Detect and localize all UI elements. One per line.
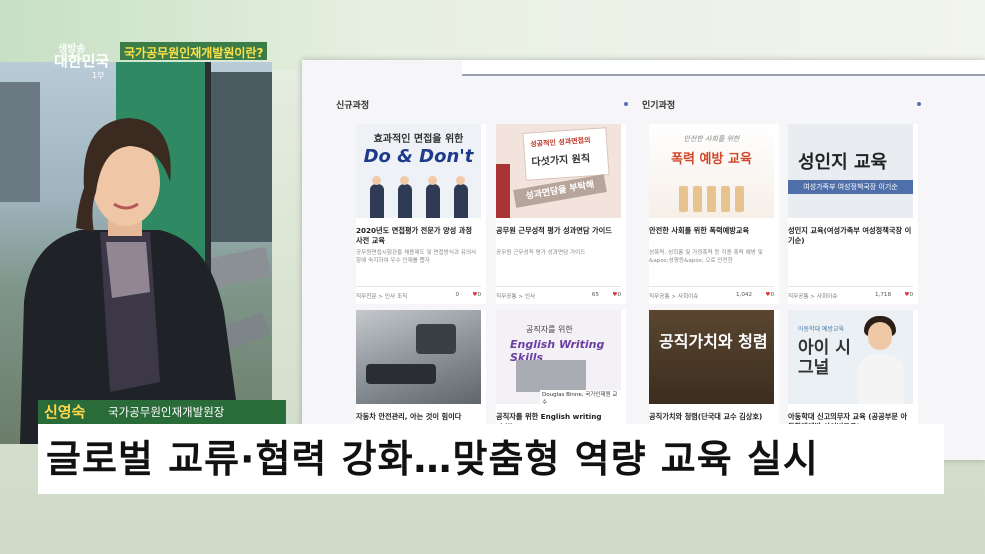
person-figure	[370, 184, 384, 218]
like-count[interactable]: ♥0	[472, 292, 481, 298]
course-category: 직무공통 > 사회이슈	[788, 294, 838, 300]
person-head	[456, 176, 465, 185]
like-count[interactable]: ♥0	[765, 292, 774, 298]
course-meta: 직무공통 > 사회이슈 1,718 ♥0	[788, 292, 913, 302]
like-value: 0	[770, 292, 774, 298]
thumb-title: 아이 시그널	[798, 338, 851, 378]
section-title-new: 신규과정	[336, 101, 370, 111]
domino-shape	[707, 186, 716, 212]
section-more-dot[interactable]	[624, 102, 628, 106]
thumb-title: 다섯가지 원칙	[531, 153, 591, 169]
thumb-title: 성인지 교육	[798, 152, 888, 173]
headline-text: 글로벌 교류·협력 강화…맞춤형 역량 교육 실시	[46, 437, 819, 481]
course-card[interactable]: 안전한 사회를 위한 폭력 예방 교육 안전한 사회를 위한 폭력예방교육 성폭…	[649, 124, 779, 304]
topic-label: 국가공무원인재개발원이란?	[120, 42, 268, 60]
logo-part: 1부	[92, 71, 105, 80]
headline-bar: 글로벌 교류·협력 강화…맞춤형 역량 교육 실시	[38, 424, 944, 494]
domino-shape	[693, 186, 702, 212]
course-meta: 직무공통 > 사회이슈 1,042 ♥0	[649, 292, 774, 302]
view-count: 0	[455, 292, 459, 298]
person-head	[428, 176, 437, 185]
course-thumbnail: 성공적인 성과면접의 다섯가지 원칙 성과면담을 부탁해	[496, 124, 621, 218]
view-count: 1,042	[735, 292, 752, 298]
person-figure	[426, 184, 440, 218]
view-count: 1,718	[874, 292, 891, 298]
thumb-title: 폭력 예방 교육	[671, 152, 752, 167]
guest-name: 신영숙	[44, 403, 86, 421]
person-head	[372, 176, 381, 185]
like-count[interactable]: ♥0	[904, 292, 913, 298]
course-title[interactable]: 2020년도 면접평가 전문가 양성 과정 사전 교육	[356, 226, 481, 246]
thumb-title: Do & Don't	[363, 146, 474, 167]
like-count[interactable]: ♥0	[612, 292, 621, 298]
course-meta: 직무전문 > 인사 조직 0 ♥0	[356, 292, 481, 302]
course-category: 직무전문 > 인사 조직	[356, 294, 408, 300]
course-description: 성폭력, 성희롱 및 가정폭력 등 각종 폭력 예방 및 &apos;성평등&a…	[649, 250, 763, 264]
broadcast-logo: 생방송 대한민국 1부	[52, 38, 116, 84]
view-count: 65	[591, 292, 599, 298]
logo-line2: 대한민국	[54, 52, 110, 70]
divider	[649, 286, 774, 287]
divider	[496, 286, 621, 287]
thumb-subtitle: 공직자를 위한	[526, 325, 573, 334]
thumb-caption: Douglas Binne, 국가인재원 교수	[540, 390, 621, 404]
section-more-dot[interactable]	[917, 102, 921, 106]
domino-shape	[735, 186, 744, 212]
section-title-popular: 인기과정	[642, 101, 676, 111]
engine-part	[416, 324, 456, 354]
person-figure	[454, 184, 468, 218]
course-card[interactable]: 성공적인 성과면접의 다섯가지 원칙 성과면담을 부탁해 공무원 근무성적 평가…	[496, 124, 626, 304]
like-value: 0	[909, 292, 913, 298]
person-figure	[398, 184, 412, 218]
course-title[interactable]: 안전한 사회를 위한 폭력예방교육	[649, 226, 774, 236]
course-description: 공무원면접시험관들 채용제도 및 면접방식과 유의사항에 숙지하여 우수 인재를…	[356, 250, 477, 264]
domino-shape	[721, 186, 730, 212]
course-title[interactable]: 성인지 교육(여성가족부 여성정책국장 이기순)	[788, 226, 913, 246]
course-thumbnail: 성인지 교육 여성가족부 여성정책국장 이기순	[788, 124, 913, 218]
course-thumbnail: 안전한 사회를 위한 폭력 예방 교육	[649, 124, 774, 218]
thumb-band: 여성가족부 여성정책국장 이기순	[788, 180, 913, 194]
thumb-subtitle: 효과적인 면접을 위한	[373, 134, 464, 145]
person-body	[858, 354, 904, 404]
person-face	[868, 322, 892, 350]
course-meta: 직무공통 > 인사 65 ♥0	[496, 292, 621, 302]
like-value: 0	[617, 292, 621, 298]
guest-role: 국가공무원인재개발원장	[108, 405, 225, 419]
course-title[interactable]: 자동차 안전관리, 아는 것이 힘이다	[356, 412, 481, 422]
presenter-blouse-pattern	[106, 242, 150, 298]
guest-name-strap: 신영숙 국가공무원인재개발원장	[38, 400, 286, 424]
course-thumbnail: 공직가치와 청렴	[649, 310, 774, 404]
decor-bar	[496, 164, 510, 218]
thumb-subtitle: 안전한 사회를 위한	[683, 135, 740, 143]
course-thumbnail: 효과적인 면접을 위한 Do & Don't	[356, 124, 481, 218]
course-title[interactable]: 공무원 근무성적 평가 성과면담 가이드	[496, 226, 621, 236]
course-card[interactable]: 성인지 교육 여성가족부 여성정책국장 이기순 성인지 교육(여성가족부 여성정…	[788, 124, 918, 304]
divider	[788, 286, 913, 287]
thumb-card: 성공적인 성과면접의 다섯가지 원칙	[522, 127, 610, 181]
course-card[interactable]: 효과적인 면접을 위한 Do & Don't 2020년도 면접평가 전문가 양…	[356, 124, 486, 304]
laptop-shape	[516, 360, 586, 392]
site-top-bar	[462, 60, 985, 76]
person-head	[400, 176, 409, 185]
display-monitor: 신규과정 인기과정 효과적인 면접을 위한 Do & Don't 2020년도 …	[302, 60, 985, 460]
course-thumbnail	[356, 310, 481, 404]
thumb-tag: 아동학대 예방교육	[798, 326, 845, 333]
engine-part	[366, 364, 436, 384]
course-description: 공무원 근무성적 평가 성과면담 가이드	[496, 250, 586, 256]
course-thumbnail: 공직자를 위한 English Writing Skills Douglas B…	[496, 310, 621, 404]
course-title[interactable]: 공직가치와 청렴(단국대 교수 김상호)	[649, 412, 774, 422]
course-category: 직무공통 > 인사	[496, 294, 536, 300]
topic-text: 국가공무원인재개발원이란?	[124, 46, 264, 60]
guest-presenter	[20, 118, 242, 444]
domino-shape	[679, 186, 688, 212]
divider	[356, 286, 481, 287]
thumb-subtitle: 성공적인 성과면접의	[529, 136, 591, 149]
thumb-title: 공직가치와 청렴	[659, 332, 768, 351]
course-category: 직무공통 > 사회이슈	[649, 294, 699, 300]
like-value: 0	[477, 292, 481, 298]
course-thumbnail: 아동학대 예방교육 아이 시그널	[788, 310, 913, 404]
